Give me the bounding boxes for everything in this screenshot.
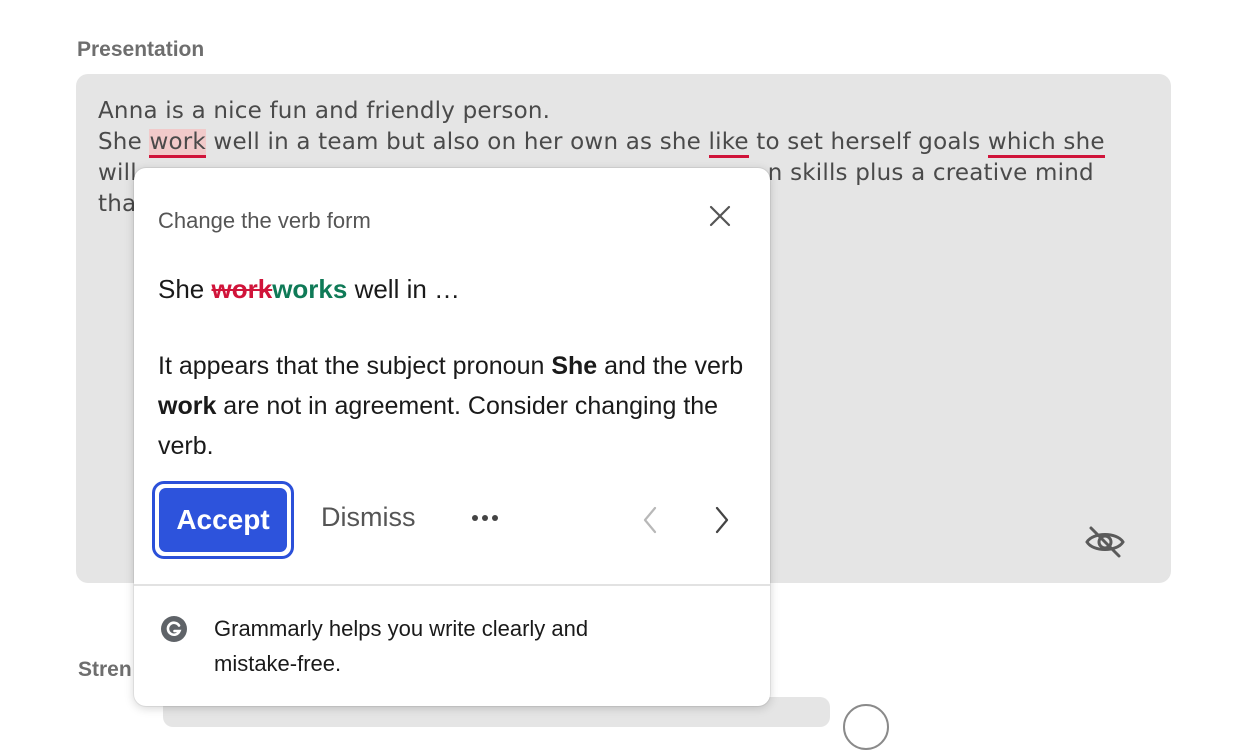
explanation-part: and the verb [597, 352, 744, 380]
grammarly-suggestion-card: Change the verb form She workworks well … [134, 168, 770, 706]
explanation-part: are not in agreement. Consider changing … [158, 392, 719, 460]
text-segment: She [98, 129, 150, 155]
footer-text: Grammarly helps you write clearly and mi… [214, 616, 589, 676]
suggestion-prefix: She [158, 274, 212, 304]
accept-button-label[interactable]: Accept [159, 488, 287, 552]
chevron-left-icon[interactable] [638, 504, 662, 536]
chevron-right-icon[interactable] [710, 504, 734, 536]
suggestion-suffix: well in … [347, 274, 461, 304]
card-title: Change the verb form [158, 208, 371, 233]
field-label-strengths: Stren [78, 658, 132, 681]
text-segment: to set herself goals [748, 129, 988, 155]
removed-word: work [211, 274, 273, 304]
error-highlight-work[interactable]: work [149, 129, 206, 158]
explanation-part: It appears that the subject pronoun [158, 352, 552, 380]
explanation-bold: work [158, 392, 217, 420]
error-highlight-like[interactable]: like [708, 129, 749, 158]
add-circle-button[interactable] [843, 704, 889, 750]
inserted-word[interactable]: works [272, 274, 347, 304]
accept-button[interactable]: Accept [152, 481, 294, 559]
field-label-presentation: Presentation [77, 38, 205, 61]
dismiss-button[interactable]: Dismiss [321, 502, 416, 533]
text-line: Anna is a nice fun and friendly person. [98, 98, 551, 124]
close-icon[interactable] [706, 202, 734, 230]
more-horizontal-icon[interactable] [470, 511, 500, 525]
text-segment: n skills plus a creative mind [767, 160, 1094, 186]
eye-off-icon[interactable] [1084, 524, 1126, 560]
explanation-text: It appears that the subject pronoun She … [158, 346, 748, 466]
text-segment: well in a team but also on her own as sh… [205, 129, 709, 155]
text-segment: will [98, 160, 137, 186]
explanation-bold: She [551, 352, 598, 380]
text-line: She work well in a team but also on her … [98, 127, 1158, 158]
error-highlight-which-she[interactable]: which she [987, 129, 1105, 158]
suggestion-preview: She workworks well in … [158, 274, 460, 305]
grammarly-logo-icon [160, 615, 188, 643]
divider [134, 584, 770, 586]
